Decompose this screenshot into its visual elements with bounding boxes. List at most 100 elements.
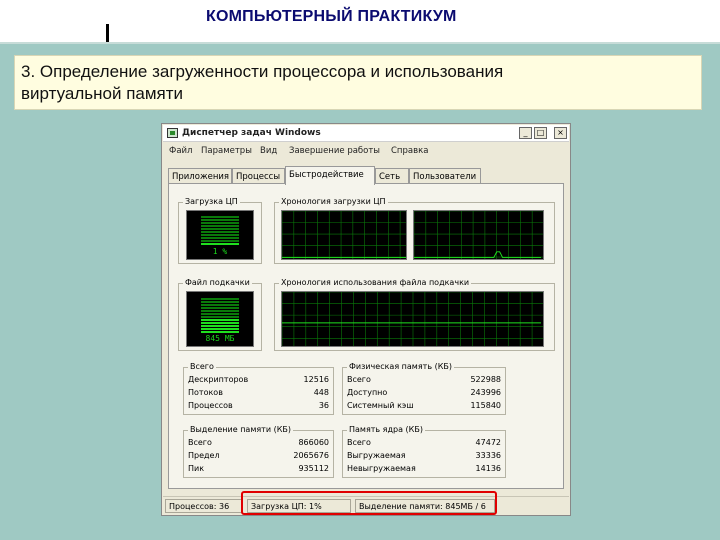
kernel-memory-label: Всего xyxy=(347,438,371,447)
commit-charge-row: Пик 935112 xyxy=(188,464,329,477)
commit-charge-label: Всего xyxy=(188,438,212,447)
cpu-meter-bar xyxy=(201,228,239,230)
physical-memory-label: Системный кэш xyxy=(347,401,414,410)
cpu-history-graph-1 xyxy=(281,210,407,260)
cpu-usage-caption: Загрузка ЦП xyxy=(183,197,240,206)
cpu-usage-meter: 1 % xyxy=(186,210,254,260)
pagefile-meter-bar xyxy=(201,313,239,315)
totals-value: 448 xyxy=(313,388,329,397)
tab-network[interactable]: Сеть xyxy=(375,168,409,184)
menu-options[interactable]: Параметры xyxy=(201,146,252,156)
kernel-memory-value: 33336 xyxy=(475,451,501,460)
cpu-history-group: Хронология загрузки ЦП xyxy=(274,197,555,264)
kernel-memory-value: 47472 xyxy=(475,438,501,447)
commit-charge-row: Предел 2065676 xyxy=(188,451,329,464)
physical-memory-value: 243996 xyxy=(470,388,501,397)
pagefile-meter: 845 МБ xyxy=(186,291,254,347)
tab-processes[interactable]: Процессы xyxy=(232,168,285,184)
pagefile-meter-bar xyxy=(201,307,239,309)
pagefile-bars xyxy=(201,298,239,334)
slide-header: КОМПЬЮТЕРНЫЙ ПРАКТИКУМ xyxy=(0,0,720,44)
task-manager-icon xyxy=(167,128,178,138)
kernel-memory-label: Невыгружаемая xyxy=(347,464,416,473)
task-heading-line-2: виртуальной памяти xyxy=(21,84,184,103)
pagefile-caption: Файл подкачки xyxy=(183,278,252,287)
pagefile-meter-bar xyxy=(201,331,239,333)
task-heading-box: 3. Определение загруженности процессора … xyxy=(14,55,702,110)
pagefile-meter-bar xyxy=(201,301,239,303)
cpu-meter-bar xyxy=(201,216,239,218)
menu-file[interactable]: Файл xyxy=(169,146,192,156)
cpu-meter-bar xyxy=(201,225,239,227)
totals-row: Процессов 36 xyxy=(188,401,329,414)
totals-group: Всего Дескрипторов 12516 Потоков 448 Проце… xyxy=(183,362,334,415)
window-title: Диспетчер задач Windows xyxy=(182,128,321,138)
tab-applications[interactable]: Приложения xyxy=(168,168,232,184)
pagefile-meter-bar xyxy=(201,319,239,321)
header-divider xyxy=(0,42,720,44)
kernel-memory-row: Невыгружаемая 14136 xyxy=(347,464,501,477)
totals-row: Потоков 448 xyxy=(188,388,329,401)
menu-help[interactable]: Справка xyxy=(391,146,428,156)
performance-panel: Загрузка ЦП 1 % Хронология загрузки ЦП Ф… xyxy=(168,183,564,489)
menu-bar: Файл Параметры Вид Завершение работы Спр… xyxy=(163,143,569,159)
kernel-memory-value: 14136 xyxy=(475,464,501,473)
physical-memory-label: Доступно xyxy=(347,388,388,397)
pagefile-history-graph xyxy=(281,291,544,347)
commit-charge-value: 2065676 xyxy=(293,451,329,460)
slide-title: КОМПЬЮТЕРНЫЙ ПРАКТИКУМ xyxy=(206,8,457,25)
pagefile-meter-bar xyxy=(201,328,239,330)
totals-value: 36 xyxy=(318,401,329,410)
maximize-button[interactable]: □ xyxy=(534,127,547,139)
kernel-memory-label: Выгружаемая xyxy=(347,451,406,460)
cpu-meter-bar xyxy=(201,237,239,239)
kernel-memory-row: Всего 47472 xyxy=(347,438,501,451)
physical-memory-caption: Физическая память (КБ) xyxy=(347,362,454,371)
cpu-history-caption: Хронология загрузки ЦП xyxy=(279,197,388,206)
totals-label: Процессов xyxy=(188,401,233,410)
minimize-button[interactable]: _ xyxy=(519,127,532,139)
commit-charge-value: 866060 xyxy=(298,438,329,447)
totals-caption: Всего xyxy=(188,362,216,371)
pagefile-history-group: Хронология использования файла подкачки xyxy=(274,278,555,351)
totals-row: Дескрипторов 12516 xyxy=(188,375,329,388)
tab-performance[interactable]: Быстродействие xyxy=(285,166,375,185)
pagefile-meter-bar xyxy=(201,310,239,312)
kernel-memory-caption: Память ядра (КБ) xyxy=(347,425,425,434)
cpu-meter-bar xyxy=(201,240,239,242)
pagefile-meter-bar xyxy=(201,316,239,318)
cpu-meter-bar xyxy=(201,231,239,233)
window-titlebar[interactable]: Диспетчер задач Windows _ □ × xyxy=(163,125,569,142)
pagefile-history-caption: Хронология использования файла подкачки xyxy=(279,278,472,287)
pagefile-group: Файл подкачки 845 МБ xyxy=(178,278,262,351)
totals-label: Дескрипторов xyxy=(188,375,249,384)
commit-charge-value: 935112 xyxy=(298,464,329,473)
status-processes: Процессов: 36 xyxy=(165,499,243,513)
cpu-usage-bars xyxy=(201,216,239,246)
commit-charge-group: Выделение памяти (КБ) Всего 866060 Предел… xyxy=(183,425,334,478)
physical-memory-value: 522988 xyxy=(470,375,501,384)
pagefile-meter-bar xyxy=(201,322,239,324)
pagefile-meter-bar xyxy=(201,304,239,306)
physical-memory-row: Доступно 243996 xyxy=(347,388,501,401)
physical-memory-row: Всего 522988 xyxy=(347,375,501,388)
pagefile-meter-bar xyxy=(201,298,239,300)
header-marker xyxy=(106,24,109,42)
graph-trace xyxy=(414,251,542,259)
commit-charge-label: Предел xyxy=(188,451,220,460)
kernel-memory-row: Выгружаемая 33336 xyxy=(347,451,501,464)
cpu-meter-bar xyxy=(201,234,239,236)
commit-charge-label: Пик xyxy=(188,464,205,473)
cpu-usage-group: Загрузка ЦП 1 % xyxy=(178,197,262,264)
task-heading-line-1: 3. Определение загруженности процессора … xyxy=(21,62,504,81)
cpu-usage-value: 1 % xyxy=(212,247,228,256)
status-highlight-frame xyxy=(241,491,497,515)
totals-value: 12516 xyxy=(303,375,329,384)
physical-memory-row: Системный кэш 115840 xyxy=(347,401,501,414)
tab-users[interactable]: Пользователи xyxy=(409,168,481,184)
close-button[interactable]: × xyxy=(554,127,567,139)
menu-shutdown[interactable]: Завершение работы xyxy=(289,146,380,156)
menu-view[interactable]: Вид xyxy=(260,146,277,156)
task-manager-window: Диспетчер задач Windows _ □ × Файл Парам… xyxy=(161,123,571,516)
totals-label: Потоков xyxy=(188,388,223,397)
